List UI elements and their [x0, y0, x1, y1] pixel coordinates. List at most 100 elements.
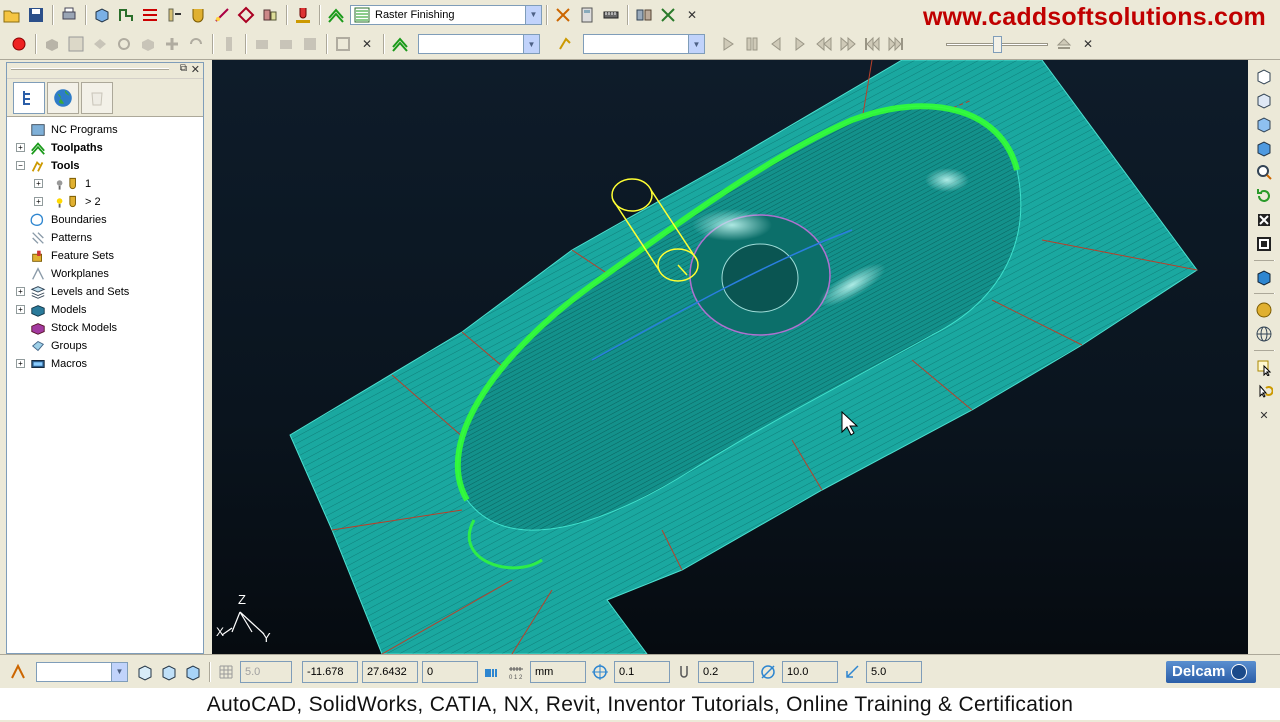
thickness-icon[interactable]	[673, 661, 695, 683]
measure-icon[interactable]	[600, 4, 622, 26]
open-icon[interactable]	[1, 4, 23, 26]
play-icon[interactable]	[717, 33, 739, 55]
view-iso-2-icon[interactable]	[1253, 113, 1275, 135]
tree-item[interactable]: + Macros	[7, 355, 203, 373]
view-front-icon[interactable]	[1253, 65, 1275, 87]
grid-icon[interactable]	[215, 661, 237, 683]
tolerance-field[interactable]: 0.1	[614, 660, 670, 683]
fast-forward-icon[interactable]	[837, 33, 859, 55]
step-forward-icon[interactable]	[789, 33, 811, 55]
tree-item[interactable]: Groups	[7, 337, 203, 355]
close-view-toolbar-icon[interactable]: ✕	[1253, 404, 1275, 426]
expand-icon[interactable]: +	[34, 197, 43, 206]
pattern-icon[interactable]	[235, 4, 257, 26]
graphics-viewport[interactable]: Z X Y	[212, 60, 1248, 654]
tab-globe[interactable]	[47, 81, 79, 114]
cursor-z-field[interactable]: 0	[422, 660, 478, 683]
tree-item[interactable]: Workplanes	[7, 265, 203, 283]
toolpath-sim-icon[interactable]	[389, 33, 411, 55]
workplane-select[interactable]: ▼	[36, 661, 128, 682]
workplane-icon[interactable]	[7, 661, 29, 683]
units-field[interactable]: mm	[530, 660, 586, 683]
restore-icon[interactable]: ⧉	[180, 63, 187, 74]
close-toolbar-icon[interactable]: ✕	[1077, 33, 1099, 55]
close-sim-icon[interactable]: ✕	[356, 33, 378, 55]
block-icon[interactable]	[91, 4, 113, 26]
stock-icon[interactable]	[259, 4, 281, 26]
shading-icon[interactable]	[1253, 299, 1275, 321]
boundary-icon[interactable]	[211, 4, 233, 26]
pause-icon[interactable]	[741, 33, 763, 55]
step-back-icon[interactable]	[765, 33, 787, 55]
expand-icon[interactable]: +	[34, 179, 43, 188]
diameter-field[interactable]: 10.0	[782, 660, 838, 683]
tree-item[interactable]: Stock Models	[7, 319, 203, 337]
feeds-icon[interactable]	[163, 4, 185, 26]
simulate-icon[interactable]	[292, 4, 314, 26]
chevron-down-icon[interactable]: ▼	[688, 35, 704, 53]
expand-icon[interactable]: +	[16, 359, 25, 368]
measure-cross-icon[interactable]	[657, 4, 679, 26]
refresh-icon[interactable]	[1253, 185, 1275, 207]
view-iso-1-icon[interactable]	[1253, 89, 1275, 111]
speed-slider[interactable]	[942, 34, 1052, 54]
tree-item[interactable]: − Tools	[7, 157, 203, 175]
undo-select-icon[interactable]	[1253, 380, 1275, 402]
go-start-icon[interactable]	[861, 33, 883, 55]
block-3-icon[interactable]	[182, 661, 204, 683]
wireframe-icon[interactable]	[1253, 323, 1275, 345]
ruler-icon[interactable]: 0 1 2	[505, 661, 527, 683]
editor-icon[interactable]	[633, 4, 655, 26]
tool-icon[interactable]	[187, 4, 209, 26]
tool-sim-icon[interactable]	[554, 33, 576, 55]
shaded-view-icon[interactable]	[1253, 266, 1275, 288]
chevron-down-icon[interactable]: ▼	[525, 5, 541, 24]
mode-icon[interactable]	[481, 661, 503, 683]
select-cursor-icon[interactable]	[1253, 356, 1275, 378]
tree-item[interactable]: + Models	[7, 301, 203, 319]
zoom-fit-icon[interactable]	[1253, 209, 1275, 231]
expand-icon[interactable]: +	[16, 305, 25, 314]
cursor-y-field[interactable]: 27.6432	[362, 660, 418, 683]
sim-tool-select[interactable]: ▼	[583, 34, 705, 54]
record-icon[interactable]	[8, 33, 30, 55]
tree-item[interactable]: Patterns	[7, 229, 203, 247]
tree-item[interactable]: +1	[7, 175, 203, 193]
thickness-field[interactable]: 0.2	[698, 660, 754, 683]
tolerance-icon[interactable]	[589, 661, 611, 683]
strategy-select[interactable]: Raster Finishing ▼	[350, 4, 542, 25]
expand-icon[interactable]: +	[16, 143, 25, 152]
tree-item[interactable]: Feature Sets	[7, 247, 203, 265]
tab-recycle[interactable]	[81, 81, 113, 114]
rapid-move-icon[interactable]	[115, 4, 137, 26]
diameter-icon[interactable]	[757, 661, 779, 683]
block-1-icon[interactable]	[134, 661, 156, 683]
calculator-icon[interactable]	[576, 4, 598, 26]
tree-item[interactable]: Boundaries	[7, 211, 203, 229]
tree-item[interactable]: NC Programs	[7, 121, 203, 139]
close-icon[interactable]: ✕	[681, 4, 703, 26]
expand-icon[interactable]: +	[16, 287, 25, 296]
ncfile-icon[interactable]	[552, 4, 574, 26]
cursor-x-field[interactable]: -11.678	[302, 660, 358, 683]
save-icon[interactable]	[25, 4, 47, 26]
tree-item[interactable]: + Levels and Sets	[7, 283, 203, 301]
print-icon[interactable]	[58, 4, 80, 26]
chevron-down-icon[interactable]: ▼	[111, 662, 127, 681]
toolpath-icon[interactable]	[325, 4, 347, 26]
view-iso-3-icon[interactable]	[1253, 137, 1275, 159]
collapse-icon[interactable]: −	[16, 161, 25, 170]
go-end-icon[interactable]	[885, 33, 907, 55]
grid-spacing-field[interactable]: 5.0	[240, 660, 292, 683]
zoom-icon[interactable]	[1253, 161, 1275, 183]
tab-explorer[interactable]	[13, 81, 45, 114]
step-icon[interactable]	[841, 661, 863, 683]
model-view[interactable]: Z X Y	[212, 60, 1248, 654]
block-2-icon[interactable]	[158, 661, 180, 683]
close-panel-icon[interactable]: ✕	[191, 63, 200, 76]
zoom-box-icon[interactable]	[1253, 233, 1275, 255]
rewind-icon[interactable]	[813, 33, 835, 55]
leads-icon[interactable]	[139, 4, 161, 26]
tree-item[interactable]: + > 2	[7, 193, 203, 211]
sim-entity-select[interactable]: ▼	[418, 34, 540, 54]
